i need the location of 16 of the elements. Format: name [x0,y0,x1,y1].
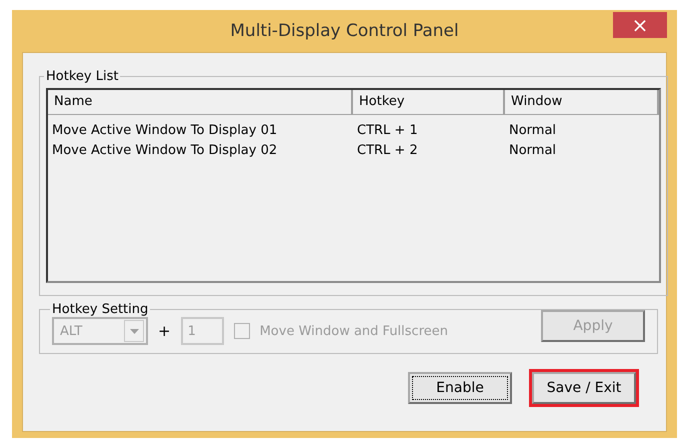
window-title: Multi-Display Control Panel [230,21,459,41]
list-row[interactable]: Move Active Window To Display 01 CTRL + 1 Normal [48,121,659,141]
list-row[interactable]: Move Active Window To Display 02 CTRL + 2 Normal [48,141,659,161]
list-cell-text: Normal [508,142,558,160]
list-cell-text: CTRL + 1 [356,122,419,140]
list-cell-text: Move Active Window To Display 02 [51,142,278,160]
plus-sign: + [158,322,171,340]
list-cell-text: Move Active Window To Display 01 [51,122,278,140]
list-cell-text: Normal [508,122,558,140]
dialog-button[interactable]: Enable [408,372,512,404]
group-label: Hotkey Setting [51,302,150,317]
checkbox-label: Move Window and Fullscreen [260,324,448,338]
dialog-button[interactable]: Save / Exit [532,372,636,404]
close-button[interactable]: × [613,12,667,38]
list-cell-text: CTRL + 2 [356,142,419,160]
group-label: Hotkey List [45,69,120,84]
